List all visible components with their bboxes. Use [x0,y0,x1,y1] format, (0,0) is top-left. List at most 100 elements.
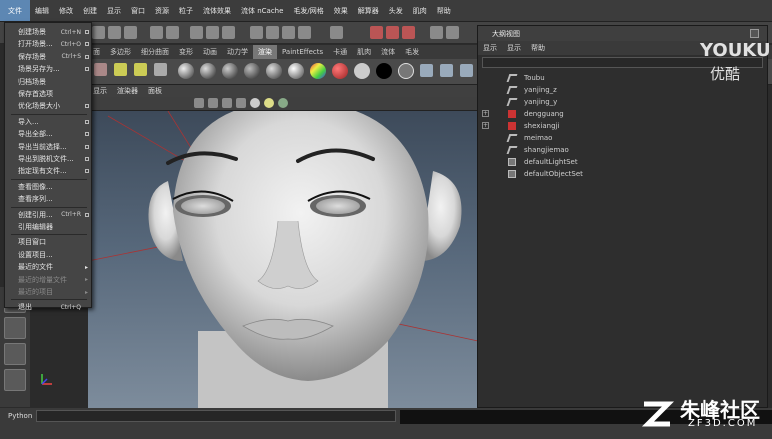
layout-single-icon[interactable] [4,369,26,391]
file-menu-item[interactable]: 查看图像... [5,181,91,193]
file-menu-item[interactable]: 保存首选项 [5,88,91,100]
snap-grid-icon[interactable] [250,26,263,39]
snap-curve-icon[interactable] [266,26,279,39]
lighting-icon[interactable] [250,98,260,108]
menu-8[interactable]: 流体效果 [198,6,236,16]
wireframe-icon[interactable] [208,98,218,108]
default-light-icon[interactable] [264,98,274,108]
file-menu-item[interactable]: 最近的项目 ▸ [5,286,91,298]
file-menu-item[interactable]: 最近的增量文件 ▸ [5,274,91,286]
select-by-hierarchy-icon[interactable] [190,26,203,39]
ramp-shader-icon[interactable] [310,63,326,79]
render-view-icon[interactable] [460,64,473,77]
snap-view-plane-icon[interactable] [298,26,311,39]
file-menu-item[interactable]: 导出当前选择... [5,141,91,153]
phong-material-icon[interactable] [222,63,238,79]
outliner-row[interactable]: yanjing_z [478,84,758,95]
shelf-tab[interactable]: 毛发 [400,45,424,59]
outliner-row[interactable]: yanjing_y [478,96,758,107]
menu-5[interactable]: 窗口 [126,6,150,16]
snap-point-icon[interactable] [282,26,295,39]
outliner-row[interactable]: shangjiemao [478,144,758,155]
perspective-viewport[interactable] [88,111,478,408]
option-box-icon[interactable] [85,42,89,47]
file-menu-item[interactable]: 引用编辑器 [5,221,91,233]
option-box-icon[interactable] [85,104,89,109]
menu-6[interactable]: 资源 [150,6,174,16]
render-settings-icon[interactable] [402,26,415,39]
menu-15[interactable]: 帮助 [432,6,456,16]
file-menu-item[interactable]: 退出 Ctrl+Q [5,301,91,313]
file-menu-item[interactable]: 导入... [5,116,91,128]
file-menu-item[interactable]: 导出全部... [5,128,91,140]
select-by-component-icon[interactable] [222,26,235,39]
blinn-material-icon[interactable] [200,63,216,79]
gray-material-icon[interactable] [398,63,414,79]
file-menu-item[interactable]: 创建场景 Ctrl+N [5,26,91,38]
open-scene-icon[interactable] [108,26,121,39]
option-box-icon[interactable] [85,119,89,124]
outliner-row[interactable]: meimao [478,132,758,143]
shelf-tab[interactable]: 变形 [174,45,198,59]
select-by-object-icon[interactable] [206,26,219,39]
shelf-tab[interactable]: 动画 [198,45,222,59]
menu-1[interactable]: 编辑 [30,6,54,16]
smooth-shade-icon[interactable] [222,98,232,108]
option-box-icon[interactable] [85,132,89,137]
option-box-icon[interactable] [85,30,89,34]
scale-tool-icon[interactable] [4,343,26,365]
file-menu-item[interactable]: 最近的文件 ▸ [5,261,91,273]
file-menu-item[interactable]: 优化场景大小 [5,100,91,112]
file-menu-item[interactable]: 场景另存为... [5,63,91,75]
menu-3[interactable]: 创建 [78,6,102,16]
viewport-menu-item[interactable]: 渲染器 [112,86,143,96]
menu-12[interactable]: 解算器 [353,6,384,16]
save-scene-icon[interactable] [124,26,137,39]
menu-2[interactable]: 修改 [54,6,78,16]
command-input[interactable] [36,410,396,422]
lasso-tool-icon[interactable] [166,26,179,39]
menu-14[interactable]: 肌肉 [408,6,432,16]
outliner-row[interactable]: + dengguang [478,108,758,119]
textured-icon[interactable] [236,98,246,108]
outliner-row[interactable]: defaultLightSet [478,156,758,167]
ipr-render-icon[interactable] [386,26,399,39]
file-menu-item[interactable]: 导出到脱机文件... [5,153,91,165]
show-hide-attribute-editor-icon[interactable] [430,26,443,39]
shelf-tab[interactable]: 多边形 [105,45,136,59]
option-box-icon[interactable] [85,169,89,174]
expand-icon[interactable]: + [482,122,489,129]
select-tool-icon[interactable] [150,26,163,39]
file-texture-icon[interactable] [420,64,433,77]
menu-11[interactable]: 效果 [329,6,353,16]
outliner-title-bar[interactable]: 大纲视图 [478,26,767,41]
black-material-icon[interactable] [376,63,392,79]
outliner-row[interactable]: + shexiangji [478,120,758,131]
anisotropic-material-icon[interactable] [266,63,282,79]
close-icon[interactable] [750,29,759,38]
spotlight-icon[interactable] [134,63,147,76]
shelf-tab[interactable]: 动力学 [222,45,253,59]
new-scene-icon[interactable] [92,26,105,39]
outliner-menu-item[interactable]: 显示 [478,43,502,53]
file-menu-item[interactable]: 查看序列... [5,193,91,205]
outliner-menu-item[interactable]: 显示 [502,43,526,53]
shelf-tab[interactable]: 渲染 [253,45,277,59]
rotate-tool-icon[interactable] [4,317,26,339]
menu-13[interactable]: 头发 [384,6,408,16]
shelf-tab[interactable]: 卡通 [328,45,352,59]
menu-4[interactable]: 显示 [102,6,126,16]
checker-texture-icon[interactable] [332,63,348,79]
file-menu-item[interactable]: 指定现有文件... [5,165,91,177]
phonge-material-icon[interactable] [244,63,260,79]
option-box-icon[interactable] [85,212,89,217]
surface-shader-icon[interactable] [288,63,304,79]
file-menu-item[interactable]: 创建引用... Ctrl+R [5,209,91,221]
option-box-icon[interactable] [85,54,89,59]
shelf-tab[interactable]: 流体 [376,45,400,59]
outliner-menu-item[interactable]: 帮助 [526,43,550,53]
place2d-texture-icon[interactable] [440,64,453,77]
render-frame-icon[interactable] [370,26,383,39]
ambient-light-icon[interactable] [154,63,167,76]
light-tool-icon[interactable] [114,63,127,76]
